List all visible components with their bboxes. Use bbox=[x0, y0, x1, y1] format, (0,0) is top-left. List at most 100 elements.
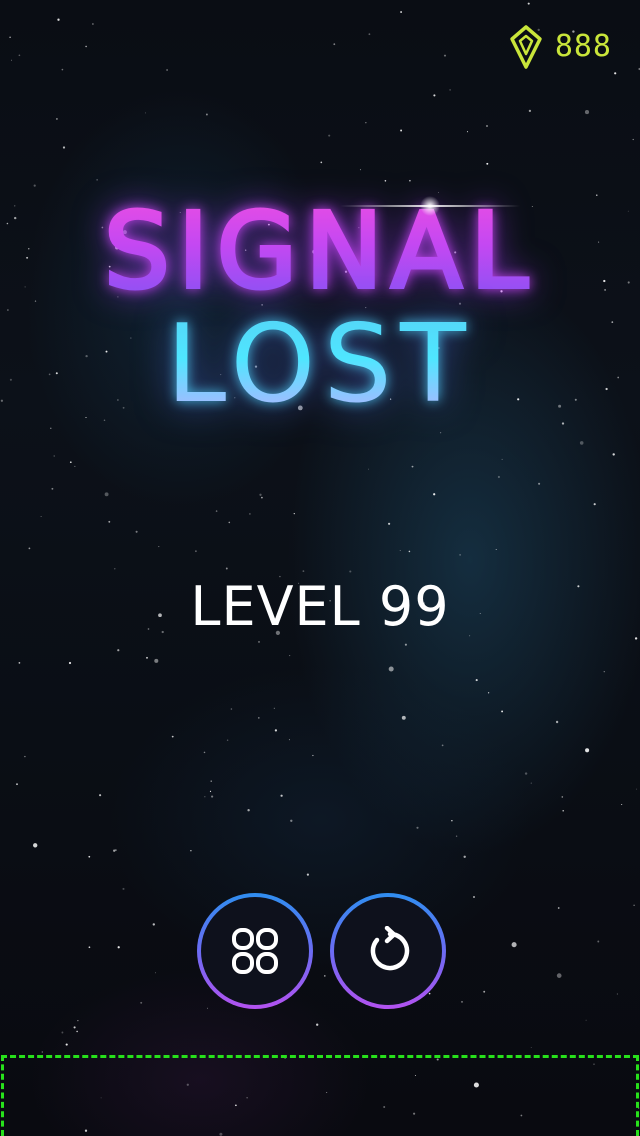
star bbox=[632, 138, 634, 141]
star bbox=[226, 739, 229, 742]
gem-icon bbox=[510, 25, 542, 69]
star bbox=[459, 554, 461, 556]
star bbox=[155, 972, 156, 974]
star bbox=[210, 780, 212, 782]
star bbox=[96, 179, 98, 181]
star bbox=[257, 717, 260, 719]
star bbox=[501, 458, 503, 460]
star bbox=[140, 1001, 143, 1004]
star bbox=[579, 441, 584, 445]
star bbox=[463, 855, 466, 858]
game-title-line-1: SIGNAL bbox=[0, 186, 640, 316]
star bbox=[293, 512, 295, 515]
star bbox=[28, 547, 31, 550]
star bbox=[316, 1023, 319, 1026]
star bbox=[146, 656, 148, 659]
star bbox=[411, 465, 414, 468]
grid-icon bbox=[232, 928, 278, 974]
star bbox=[530, 782, 532, 784]
star bbox=[530, 1047, 532, 1048]
star bbox=[74, 465, 76, 467]
star bbox=[306, 873, 309, 876]
star bbox=[538, 482, 541, 485]
star bbox=[433, 94, 436, 97]
star bbox=[65, 1043, 68, 1046]
star bbox=[206, 1007, 209, 1009]
star bbox=[562, 809, 564, 812]
game-screen: 888 SIGNAL LOST LEVEL 99 bbox=[0, 0, 640, 1136]
star bbox=[428, 992, 431, 995]
star bbox=[85, 45, 87, 48]
star bbox=[408, 550, 411, 553]
star bbox=[473, 896, 475, 898]
star bbox=[384, 180, 387, 182]
star bbox=[190, 850, 192, 852]
level-label: LEVEL 99 bbox=[190, 575, 450, 638]
star bbox=[211, 795, 214, 798]
star bbox=[88, 946, 91, 949]
star bbox=[92, 23, 94, 25]
star bbox=[466, 131, 469, 133]
star bbox=[289, 655, 291, 657]
restart-icon bbox=[370, 926, 410, 971]
star bbox=[497, 475, 500, 479]
star bbox=[556, 973, 562, 978]
star bbox=[290, 819, 293, 822]
star bbox=[57, 18, 60, 21]
star bbox=[209, 790, 212, 793]
level-select-button[interactable] bbox=[197, 893, 313, 1009]
star bbox=[416, 826, 419, 829]
star bbox=[205, 113, 208, 116]
star bbox=[215, 510, 218, 512]
star bbox=[495, 548, 497, 551]
star bbox=[122, 887, 125, 890]
star bbox=[585, 1019, 587, 1021]
star bbox=[273, 707, 275, 709]
star bbox=[204, 796, 206, 798]
star bbox=[399, 550, 401, 551]
star bbox=[247, 809, 250, 812]
star bbox=[328, 134, 331, 137]
star bbox=[68, 661, 72, 665]
star bbox=[612, 453, 615, 456]
star bbox=[401, 715, 406, 720]
star bbox=[527, 2, 530, 5]
star bbox=[561, 796, 564, 798]
star bbox=[76, 1030, 78, 1033]
star bbox=[61, 1031, 64, 1034]
star bbox=[388, 666, 394, 672]
star bbox=[117, 649, 120, 652]
star bbox=[368, 33, 371, 36]
star bbox=[433, 493, 436, 496]
star bbox=[152, 923, 155, 926]
star bbox=[475, 679, 478, 682]
star bbox=[449, 89, 451, 91]
star bbox=[614, 72, 617, 75]
star bbox=[88, 855, 91, 858]
star bbox=[225, 567, 228, 570]
star bbox=[228, 521, 231, 524]
star bbox=[365, 122, 367, 124]
star bbox=[144, 112, 147, 114]
star bbox=[388, 522, 391, 525]
level-select-button-face[interactable] bbox=[201, 897, 309, 1005]
star bbox=[104, 492, 109, 497]
star bbox=[487, 692, 490, 694]
star bbox=[443, 54, 447, 57]
star bbox=[485, 124, 489, 128]
restart-button[interactable] bbox=[330, 893, 446, 1009]
currency-counter: 888 bbox=[509, 24, 612, 70]
ad-banner-placeholder[interactable] bbox=[1, 1055, 639, 1136]
star bbox=[108, 520, 111, 523]
star bbox=[114, 568, 116, 570]
star bbox=[409, 179, 411, 182]
restart-button-face[interactable] bbox=[334, 897, 442, 1005]
game-title-line-2: LOST bbox=[0, 300, 640, 430]
star bbox=[584, 110, 590, 115]
star bbox=[400, 129, 403, 132]
star bbox=[404, 643, 407, 646]
star bbox=[41, 1051, 43, 1053]
star bbox=[158, 546, 160, 548]
star bbox=[230, 708, 233, 710]
star bbox=[320, 161, 323, 164]
